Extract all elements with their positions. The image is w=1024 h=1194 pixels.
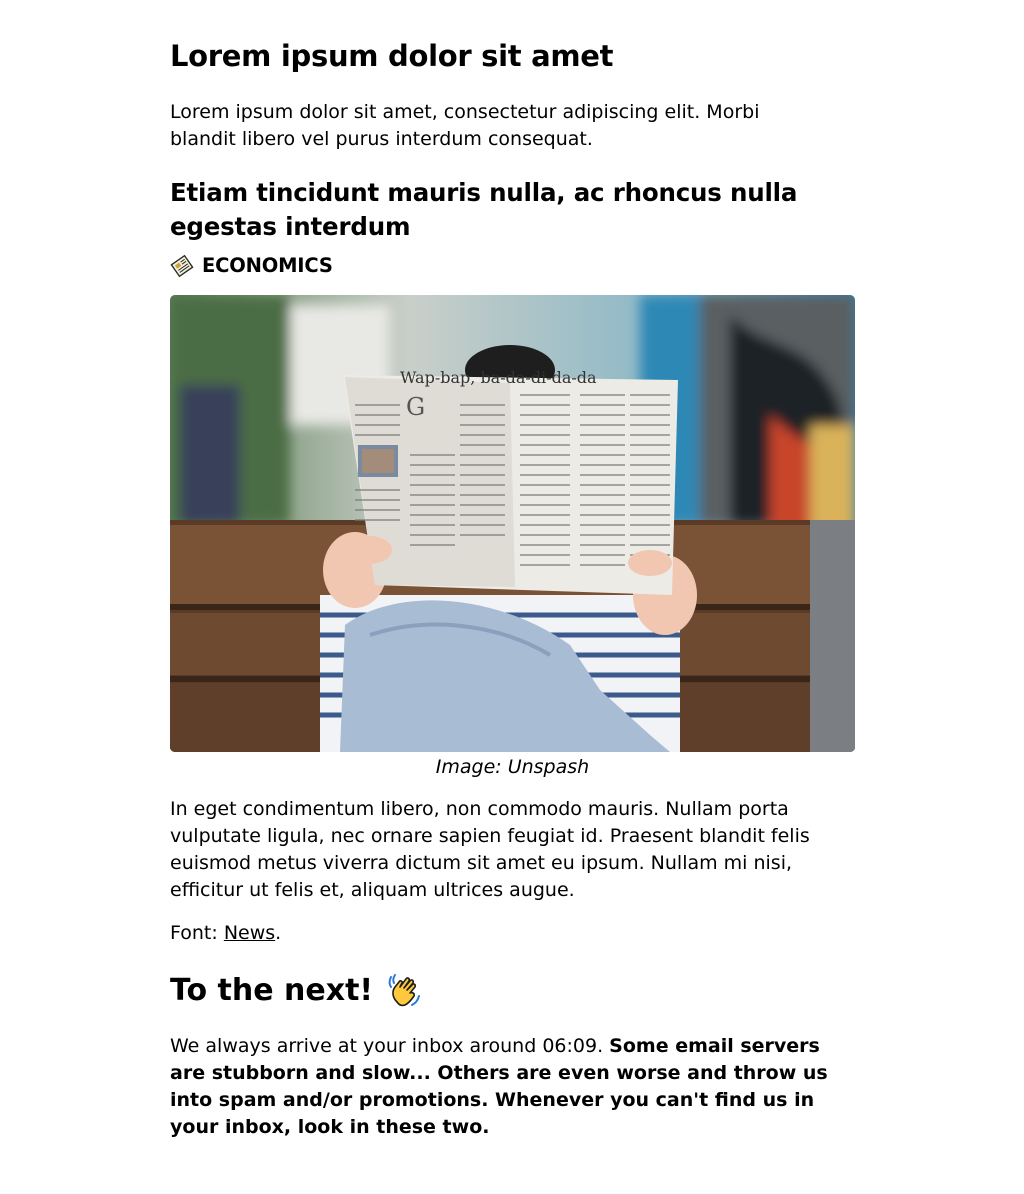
- article-photo: Wap-bap, ba-da-di-da-da G: [170, 295, 855, 752]
- svg-text:G: G: [406, 393, 425, 421]
- source-suffix: .: [275, 922, 282, 944]
- image-caption: Image: Unspash: [435, 756, 590, 778]
- closing-heading: To the next!: [170, 970, 423, 1012]
- closing-heading-text: To the next!: [170, 973, 374, 1008]
- source-link[interactable]: News: [224, 922, 275, 944]
- page-title: Lorem ipsum dolor sit amet: [170, 39, 614, 73]
- category-tag: ECONOMICS: [170, 252, 333, 280]
- category-label: ECONOMICS: [202, 254, 333, 277]
- source-line: Font: News.: [170, 920, 281, 947]
- closing-paragraph: We always arrive at your inbox around 06…: [170, 1033, 855, 1141]
- article-subtitle: Etiam tincidunt mauris nulla, ac rhoncus…: [170, 178, 798, 241]
- closing-text-plain: We always arrive at your inbox around 06…: [170, 1035, 610, 1057]
- newspaper-icon: [170, 254, 194, 278]
- intro-paragraph: Lorem ipsum dolor sit amet, consectetur …: [170, 101, 760, 150]
- newspaper-headline: Wap-bap, ba-da-di-da-da: [400, 368, 597, 387]
- waving-hand-icon: [385, 972, 423, 1010]
- body-paragraph: In eget condimentum libero, non commodo …: [170, 798, 810, 901]
- source-prefix: Font:: [170, 922, 224, 944]
